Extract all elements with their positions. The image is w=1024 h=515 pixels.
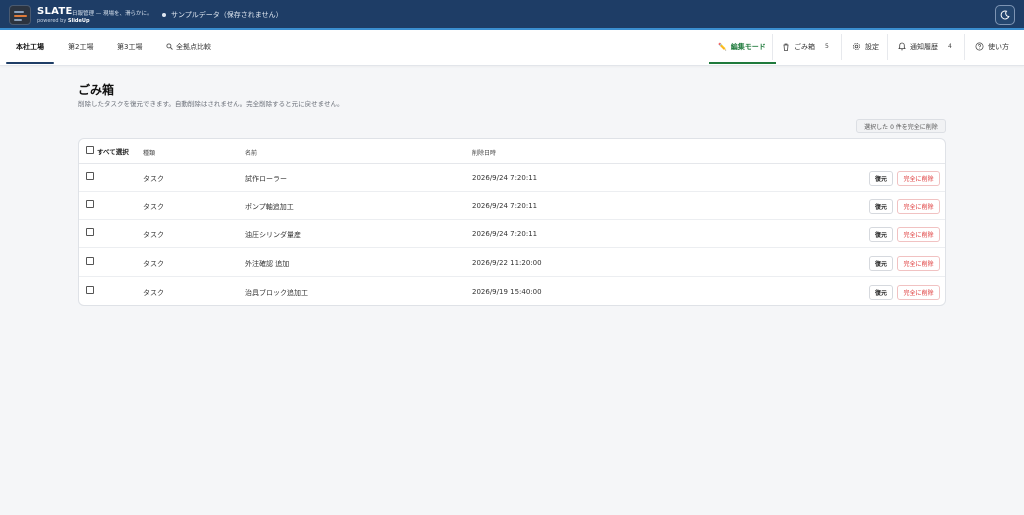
tab-label: 第2工場 xyxy=(68,42,94,51)
restore-button[interactable]: 復元 xyxy=(869,199,893,214)
row-name: ポンプ軸追加工 xyxy=(245,203,294,211)
moon-icon xyxy=(1000,10,1010,20)
tab-label: 本社工場 xyxy=(16,42,44,51)
edit-mode-label: 編集モード xyxy=(730,42,766,51)
pencil-icon: ✏️ xyxy=(718,42,727,51)
column-header-type: 種類 xyxy=(143,150,156,157)
row-deleted-at: 2026/9/24 7:20:11 xyxy=(472,202,538,210)
help-circle-icon xyxy=(975,42,984,51)
gear-icon xyxy=(852,42,861,51)
help-label: 使い方 xyxy=(988,42,1009,51)
notifications-count-badge: 4 xyxy=(948,43,952,50)
row-type: タスク xyxy=(143,260,164,268)
restore-button[interactable]: 復元 xyxy=(869,285,893,300)
select-all-checkbox[interactable] xyxy=(86,146,94,154)
brand-name: SLATE xyxy=(37,6,73,17)
tab-honsha-factory[interactable]: 本社工場 xyxy=(6,30,54,64)
row-name: 治具ブロック追加工 xyxy=(245,289,308,297)
permanent-delete-button[interactable]: 完全に削除 xyxy=(897,256,940,271)
row-type: タスク xyxy=(143,231,164,239)
bulk-delete-button[interactable]: 選択した 0 件を完全に削除 xyxy=(856,119,946,133)
trash-table: すべて選択 種類 名前 削除日時 タスク 試作ローラー 2026/9/24 7:… xyxy=(78,138,946,306)
sample-data-label: サンプルデータ（保存されません） xyxy=(171,11,283,19)
table-row: タスク ポンプ軸追加工 2026/9/24 7:20:11 復元 完全に削除 xyxy=(79,192,945,220)
select-all-label: すべて選択 xyxy=(97,148,129,156)
permanent-delete-button[interactable]: 完全に削除 xyxy=(897,199,940,214)
app-header: SLATE 日報管理 — 現場を、滑らかに。 powered by SlideU… xyxy=(0,0,1024,30)
row-checkbox[interactable] xyxy=(86,286,94,294)
trash-nav-button[interactable]: ごみ箱 5 xyxy=(782,30,829,63)
table-header: すべて選択 種類 名前 削除日時 xyxy=(79,139,945,164)
row-checkbox[interactable] xyxy=(86,200,94,208)
row-name: 油圧シリンダ量産 xyxy=(245,231,301,239)
notification-history-button[interactable]: 通知履歴 4 xyxy=(898,30,952,63)
bell-icon xyxy=(898,42,906,51)
settings-label: 設定 xyxy=(865,42,879,51)
tab-label: 全拠点比較 xyxy=(176,42,211,51)
row-checkbox[interactable] xyxy=(86,257,94,265)
page-title: ごみ箱 xyxy=(78,83,115,97)
table-row: タスク 油圧シリンダ量産 2026/9/24 7:20:11 復元 完全に削除 xyxy=(79,220,945,248)
row-deleted-at: 2026/9/24 7:20:11 xyxy=(472,230,538,238)
settings-nav-button[interactable]: 設定 xyxy=(852,30,879,63)
row-type: タスク xyxy=(143,175,164,183)
brand-tagline: 日報管理 — 現場を、滑らかに。 xyxy=(72,11,153,17)
notifications-label: 通知履歴 xyxy=(910,42,938,51)
theme-toggle-button[interactable] xyxy=(995,5,1015,25)
row-deleted-at: 2026/9/19 15:40:00 xyxy=(472,288,542,296)
row-name: 試作ローラー xyxy=(245,175,287,183)
search-icon xyxy=(166,43,173,50)
row-type: タスク xyxy=(143,203,164,211)
permanent-delete-button[interactable]: 完全に削除 xyxy=(897,285,940,300)
main-nav: 本社工場 第2工場 第3工場 全拠点比較 ✏️ 編集モード ごみ箱 5 設定 通… xyxy=(0,30,1024,66)
permanent-delete-button[interactable]: 完全に削除 xyxy=(897,171,940,186)
tab-factory-2[interactable]: 第2工場 xyxy=(68,30,93,63)
row-type: タスク xyxy=(143,289,164,297)
status-dot-icon xyxy=(162,13,166,17)
app-logo xyxy=(9,5,31,25)
help-nav-button[interactable]: 使い方 xyxy=(975,30,1009,63)
row-deleted-at: 2026/9/24 7:20:11 xyxy=(472,174,538,182)
table-row: タスク 治具ブロック追加工 2026/9/19 15:40:00 復元 完全に削… xyxy=(79,278,945,306)
table-row: タスク 外注確認 追加 2026/9/22 11:20:00 復元 完全に削除 xyxy=(79,249,945,277)
powered-name: SlideUp xyxy=(67,18,90,24)
tab-factory-3[interactable]: 第3工場 xyxy=(117,30,142,63)
row-checkbox[interactable] xyxy=(86,228,94,236)
trash-icon xyxy=(783,43,789,51)
trash-label: ごみ箱 xyxy=(794,42,815,51)
trash-count-badge: 5 xyxy=(825,43,829,50)
table-row: タスク 試作ローラー 2026/9/24 7:20:11 復元 完全に削除 xyxy=(79,164,945,192)
restore-button[interactable]: 復元 xyxy=(869,256,893,271)
powered-prefix: powered by xyxy=(37,18,68,24)
restore-button[interactable]: 復元 xyxy=(869,171,893,186)
column-header-deleted-at: 削除日時 xyxy=(472,150,497,157)
row-deleted-at: 2026/9/22 11:20:00 xyxy=(472,259,542,267)
page-description: 削除したタスクを復元できます。自動削除はされません。完全削除すると元に戻せません… xyxy=(78,100,344,108)
tab-all-sites-comparison[interactable]: 全拠点比較 xyxy=(166,30,211,63)
permanent-delete-button[interactable]: 完全に削除 xyxy=(897,227,940,242)
restore-button[interactable]: 復元 xyxy=(869,227,893,242)
tab-label: 第3工場 xyxy=(117,42,143,51)
row-checkbox[interactable] xyxy=(86,172,94,180)
powered-by: powered by SlideUp xyxy=(37,18,90,24)
row-name: 外注確認 追加 xyxy=(245,260,290,268)
column-header-name: 名前 xyxy=(245,150,258,157)
edit-mode-tab[interactable]: ✏️ 編集モード xyxy=(709,30,776,64)
sample-data-indicator: サンプルデータ（保存されません） xyxy=(162,10,283,20)
